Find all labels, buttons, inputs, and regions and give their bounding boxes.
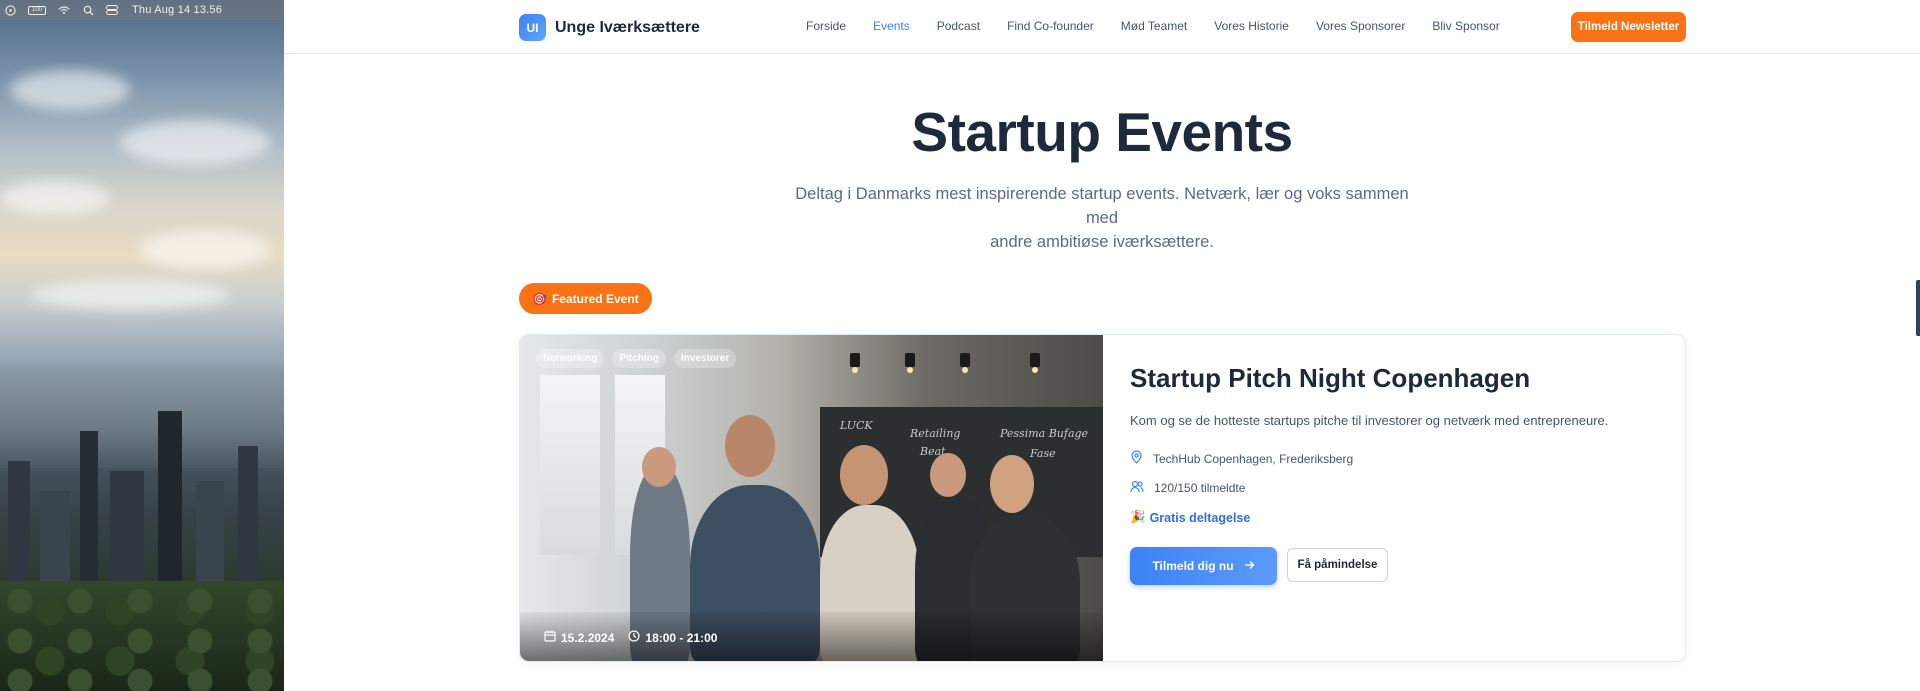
record-icon[interactable] (4, 4, 16, 16)
page-subtitle-line-1: Deltag i Danmarks mest inspirerende star… (795, 185, 1409, 227)
brand-logo[interactable]: UI Unge Iværksættere (519, 14, 700, 41)
menubar-clock[interactable]: Thu Aug 14 13.56 (132, 4, 222, 16)
event-price: 🎉 Gratis deltagelse (1130, 510, 1250, 525)
event-attendees-text: 120/150 tilmeldte (1154, 481, 1246, 495)
photo-window (540, 375, 600, 555)
chalkboard-text: Fase (1030, 447, 1056, 460)
nav-item-bliv-sponsor[interactable]: Bliv Sponsor (1432, 19, 1499, 33)
wifi-icon[interactable] (58, 5, 70, 15)
event-photo: LUCK Retailing Beat Pessima Bufage Fase … (520, 335, 1103, 661)
chalkboard-text: LUCK (840, 419, 873, 432)
nav-item-find-co-founder[interactable]: Find Co-founder (1007, 19, 1094, 33)
map-pin-icon (1130, 450, 1143, 467)
event-tag: Networking (536, 349, 605, 368)
featured-event-badge: 🎯 Featured Event (519, 283, 652, 314)
control-center-icon[interactable] (106, 5, 118, 15)
event-signup-button[interactable]: Tilmeld dig nu (1130, 547, 1277, 585)
featured-event-card: LUCK Retailing Beat Pessima Bufage Fase … (519, 334, 1686, 662)
photo-person-head (930, 453, 966, 497)
chalkboard-text: Retailing (910, 427, 961, 440)
brand-name: Unge Iværksættere (555, 18, 700, 36)
users-icon (1130, 480, 1144, 496)
event-tag: Pitching (612, 349, 666, 368)
event-price-text: Gratis deltagelse (1149, 510, 1251, 525)
event-signup-label: Tilmeld dig nu (1152, 559, 1234, 573)
event-tag: Investorer (673, 349, 737, 368)
system-menubar: 100 Thu Aug 14 13.56 (0, 0, 284, 20)
side-tab-handle[interactable] (1916, 280, 1920, 336)
event-location-text: TechHub Copenhagen, Frederiksberg (1153, 451, 1354, 466)
page-title: Startup Events (911, 101, 1293, 163)
event-location: TechHub Copenhagen, Frederiksberg (1130, 450, 1353, 467)
brand-badge-icon: UI (519, 14, 546, 41)
photo-lamp (850, 353, 860, 373)
battery-icon[interactable]: 100 (28, 5, 46, 15)
photo-lamp (1030, 353, 1040, 373)
page-subtitle: Deltag i Danmarks mest inspirerende star… (784, 182, 1420, 254)
calendar-icon (544, 630, 556, 645)
event-tags: Networking Pitching Investorer (536, 349, 737, 368)
event-datetime-bar: 15.2.2024 18:00 - 21:00 (520, 612, 1103, 661)
nav-item-podcast[interactable]: Podcast (937, 19, 980, 33)
event-details: Startup Pitch Night Copenhagen Kom og se… (1103, 335, 1685, 661)
wallpaper-cloud (30, 280, 230, 310)
event-date: 15.2.2024 (544, 630, 614, 645)
newsletter-signup-button[interactable]: Tilmeld Newsletter (1571, 12, 1686, 42)
party-popper-icon: 🎉 (1130, 510, 1146, 524)
wallpaper-cloud (10, 70, 130, 110)
arrow-right-icon (1244, 559, 1255, 573)
top-navigation: UI Unge Iværksættere Forside Events Podc… (284, 0, 1920, 54)
nav-item-mod-teamet[interactable]: Mød Teamet (1121, 19, 1187, 33)
wallpaper-cloud (120, 120, 270, 165)
page-subtitle-line-2: andre ambitiøse iværksættere. (990, 233, 1214, 251)
event-date-text: 15.2.2024 (561, 630, 615, 645)
event-description: Kom og se de hotteste startups pitche ti… (1130, 413, 1609, 428)
browser-page: UI Unge Iværksættere Forside Events Podc… (284, 0, 1920, 691)
wallpaper-cloud (0, 180, 110, 215)
nav-item-forside[interactable]: Forside (806, 19, 846, 33)
nav-item-vores-sponsorer[interactable]: Vores Sponsorer (1316, 19, 1405, 33)
photo-person-head (725, 415, 775, 477)
target-icon: 🎯 (532, 291, 547, 306)
event-reminder-button[interactable]: Få påmindelse (1287, 548, 1388, 582)
event-attendees: 120/150 tilmeldte (1130, 480, 1245, 496)
event-title: Startup Pitch Night Copenhagen (1130, 363, 1531, 393)
photo-lamp (905, 353, 915, 373)
nav-links: Forside Events Podcast Find Co-founder M… (806, 19, 1500, 33)
photo-lamp (960, 353, 970, 373)
search-icon[interactable] (82, 5, 94, 16)
wallpaper-trees (0, 581, 284, 691)
event-time-text: 18:00 - 21:00 (645, 630, 718, 645)
photo-person-head (840, 445, 888, 505)
photo-person-head (990, 455, 1034, 513)
nav-item-vores-historie[interactable]: Vores Historie (1214, 19, 1289, 33)
event-time: 18:00 - 21:00 (628, 630, 717, 645)
desktop-wallpaper: 100 Thu Aug 14 13.56 (0, 0, 284, 691)
featured-event-label: Featured Event (551, 291, 639, 306)
wallpaper-cloud (140, 230, 270, 270)
chalkboard-text: Pessima Bufage (1000, 427, 1089, 440)
clock-icon (628, 630, 640, 645)
nav-item-events[interactable]: Events (873, 19, 910, 33)
photo-person-head (642, 447, 676, 487)
